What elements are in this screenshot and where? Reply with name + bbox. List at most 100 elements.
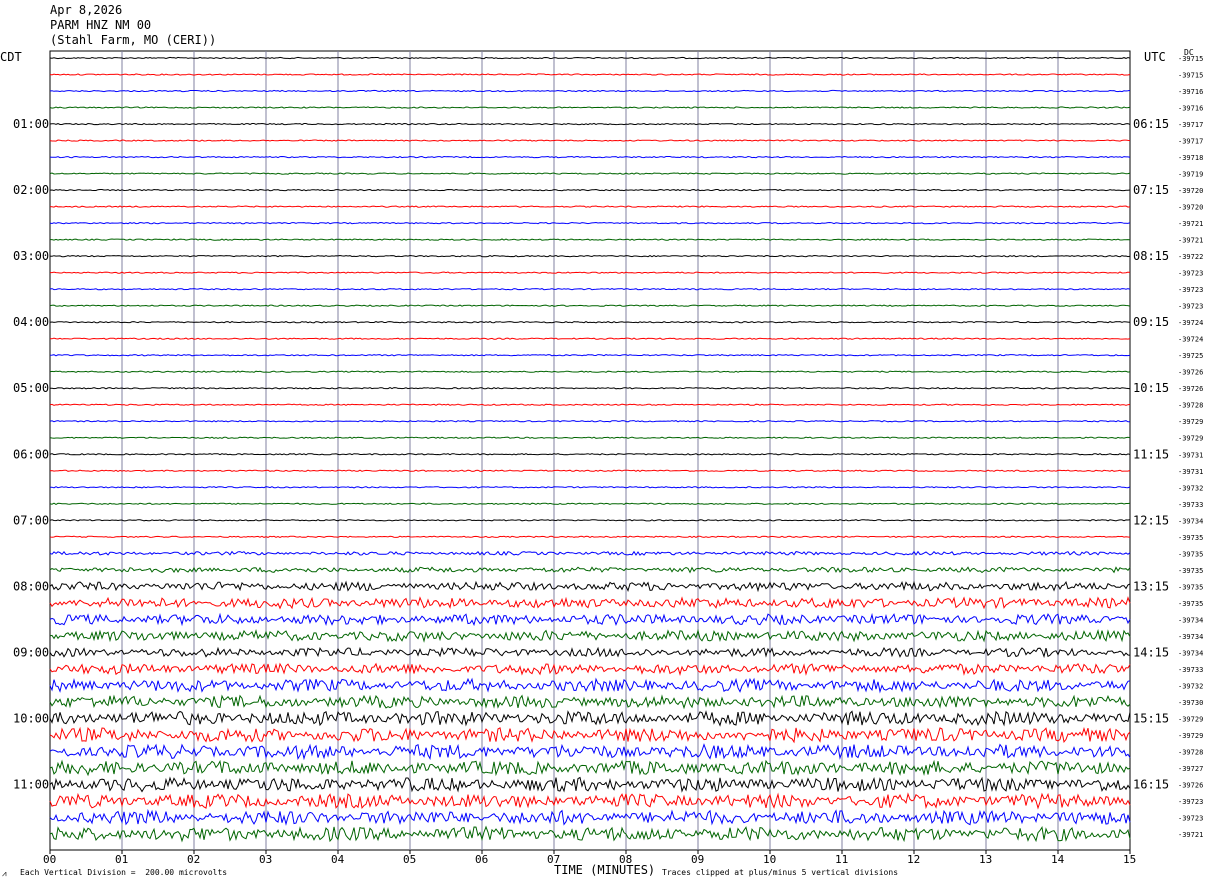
trace-line xyxy=(49,776,1131,793)
dc-offset-label: -39718 xyxy=(1178,154,1203,162)
left-hour-label: 03:00 xyxy=(13,249,49,263)
x-tick-label: 06 xyxy=(475,853,488,866)
dc-offset-label: -39735 xyxy=(1178,600,1203,608)
scale-icon: ⩘ xyxy=(2,869,7,878)
dc-offset-label: -39728 xyxy=(1178,402,1203,410)
left-hour-label: 04:00 xyxy=(13,315,49,329)
trace-line xyxy=(49,628,1131,643)
dc-offset-label: -39717 xyxy=(1178,121,1203,129)
dc-offset-label: -39732 xyxy=(1178,484,1203,492)
right-hour-label: 10:15 xyxy=(1133,381,1169,395)
trace-line xyxy=(49,662,1131,676)
trace-line xyxy=(49,519,1131,522)
right-hour-label: 16:15 xyxy=(1133,777,1169,791)
dc-offset-label: -39723 xyxy=(1178,814,1203,822)
left-hour-label: 06:00 xyxy=(13,447,49,461)
trace-line xyxy=(49,304,1131,307)
dc-offset-label: -39735 xyxy=(1178,534,1203,542)
trace-line xyxy=(49,370,1131,373)
x-tick-label: 15 xyxy=(1123,853,1136,866)
trace-line xyxy=(49,221,1131,225)
dc-offset-label: -39727 xyxy=(1178,765,1203,773)
dc-offset-label: -39715 xyxy=(1178,55,1203,63)
trace-line xyxy=(49,188,1131,192)
trace-line xyxy=(49,254,1131,258)
trace-line xyxy=(49,56,1131,60)
dc-offset-label: -39734 xyxy=(1178,633,1203,641)
x-tick-label: 12 xyxy=(907,853,920,866)
dc-offset-label: -39729 xyxy=(1178,715,1203,723)
x-tick-label: 13 xyxy=(979,853,992,866)
x-tick-label: 14 xyxy=(1051,853,1065,866)
trace-line xyxy=(49,694,1131,710)
left-hour-label: 07:00 xyxy=(13,513,49,527)
dc-offset-label: -39723 xyxy=(1178,286,1203,294)
trace-line xyxy=(50,238,1131,241)
trace-line xyxy=(49,420,1131,423)
trace-line xyxy=(49,73,1131,76)
trace-line xyxy=(49,486,1131,489)
dc-offset-label: -39715 xyxy=(1178,72,1203,80)
dc-offset-label: -39721 xyxy=(1178,237,1203,245)
dc-offset-label: -39717 xyxy=(1178,138,1203,146)
trace-line xyxy=(49,106,1131,109)
trace-line xyxy=(49,710,1131,727)
dc-offset-label: -39716 xyxy=(1178,88,1203,96)
x-tick-label: 09 xyxy=(691,853,704,866)
dc-offset-label: -39723 xyxy=(1178,798,1203,806)
left-hour-label: 09:00 xyxy=(13,645,49,659)
trace-line xyxy=(49,205,1131,208)
trace-line xyxy=(49,808,1131,826)
x-axis-label: TIME (MINUTES) xyxy=(554,863,656,877)
dc-offset-label: -39728 xyxy=(1178,748,1203,756)
trace-line xyxy=(50,387,1131,390)
left-hour-label: 10:00 xyxy=(13,711,49,725)
dc-offset-label: -39731 xyxy=(1178,451,1203,459)
scale-note: Each Vertical Division = 200.00 microvol… xyxy=(20,868,228,877)
x-tick-label: 04 xyxy=(331,853,345,866)
right-hour-label: 14:15 xyxy=(1133,645,1169,659)
dc-offset-label: -39732 xyxy=(1178,682,1203,690)
dc-offset-label: -39726 xyxy=(1178,385,1203,393)
left-hour-label: 05:00 xyxy=(13,381,49,395)
trace-line xyxy=(49,677,1131,694)
plot-frame xyxy=(49,50,1131,851)
dc-offset-label: -39725 xyxy=(1178,352,1203,360)
dc-offset-label: -39716 xyxy=(1178,105,1203,113)
dc-offset-label: -39735 xyxy=(1178,567,1203,575)
dc-offset-label: -39734 xyxy=(1178,616,1203,624)
clip-note: Traces clipped at plus/minus 5 vertical … xyxy=(662,868,899,877)
right-hour-label: 13:15 xyxy=(1133,579,1169,593)
seismogram-plot: -39715 -39715 -39716 -39716 -39717 -39717 -397… xyxy=(13,50,1203,866)
dc-offset-label: -39719 xyxy=(1178,171,1203,179)
trace-line xyxy=(49,825,1131,843)
left-hour-label: 01:00 xyxy=(13,117,49,131)
trace-line xyxy=(49,288,1131,291)
dc-offset-label: -39720 xyxy=(1178,187,1203,195)
trace-line xyxy=(49,354,1131,357)
trace-line xyxy=(49,403,1131,406)
x-tick-label: 01 xyxy=(115,853,128,866)
trace-line xyxy=(49,550,1131,556)
trace-line xyxy=(49,580,1131,593)
dc-offset-label: -39723 xyxy=(1178,303,1203,311)
left-hour-label: 02:00 xyxy=(13,183,49,197)
trace-line xyxy=(49,646,1131,659)
dc-offset-label: -39729 xyxy=(1178,732,1203,740)
trace-line xyxy=(49,337,1131,340)
dc-offset-label: -39730 xyxy=(1178,699,1203,707)
trace-line xyxy=(49,436,1131,439)
dc-offset-label: -39729 xyxy=(1178,435,1203,443)
right-hour-label: 09:15 xyxy=(1133,315,1169,329)
trace-line xyxy=(49,469,1131,472)
dc-offset-label: -39723 xyxy=(1178,270,1203,278)
trace-line xyxy=(49,139,1131,142)
x-tick-label: 10 xyxy=(763,853,776,866)
trace-line xyxy=(49,502,1131,505)
trace-line xyxy=(49,743,1131,761)
right-hour-label: 11:15 xyxy=(1133,447,1169,461)
dc-offset-label: -39729 xyxy=(1178,418,1203,426)
right-hour-label: 07:15 xyxy=(1133,183,1169,197)
trace-line xyxy=(49,155,1131,159)
dc-offset-label: -39734 xyxy=(1178,649,1203,657)
